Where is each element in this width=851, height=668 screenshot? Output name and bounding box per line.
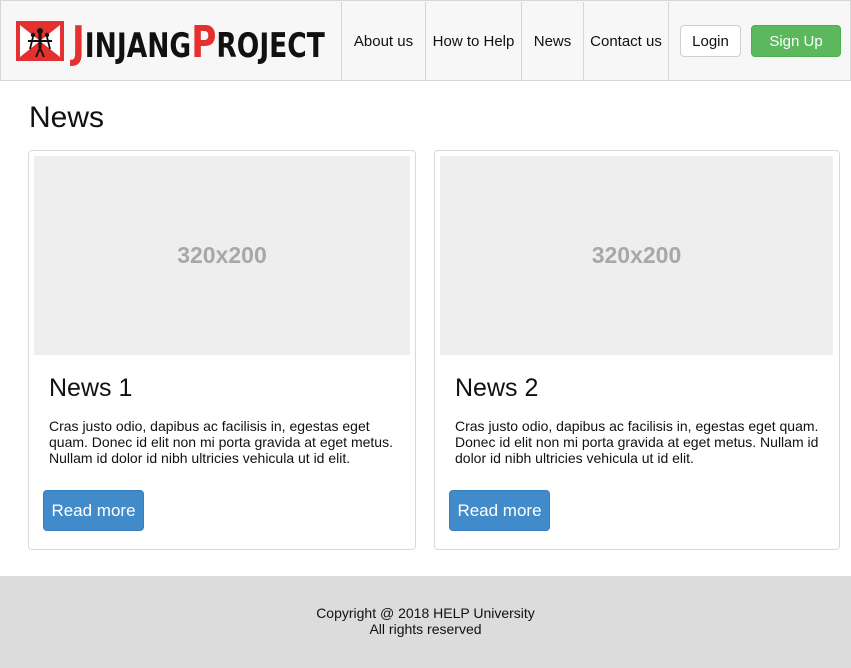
sign-up-button[interactable]: Sign Up [751,25,841,57]
read-more-button[interactable]: Read more [43,490,144,531]
site-header: JINJANGPROJECT About us How to Help News… [0,0,851,81]
news-image-placeholder: 320x200 [34,156,410,355]
news-card-text: Cras justo odio, dapibus ac facilisis in… [49,418,393,466]
site-footer: Copyright @ 2018 HELP University All rig… [0,576,851,668]
news-card: 320x200 News 2 Cras justo odio, dapibus … [434,150,840,550]
news-image-placeholder: 320x200 [440,156,833,355]
brand-wordmark: JINJANGPROJECT [72,17,325,68]
news-card-text: Cras justo odio, dapibus ac facilisis in… [455,418,819,466]
jinjang-logo-icon [16,19,64,63]
news-card-title: News 2 [455,374,539,402]
read-more-button[interactable]: Read more [449,490,550,531]
page-title: News [29,101,105,134]
news-card: 320x200 News 1 Cras justo odio, dapibus … [28,150,416,550]
footer-copyright: Copyright @ 2018 HELP University [316,605,535,621]
login-button[interactable]: Login [680,25,741,57]
nav-about-us[interactable]: About us [341,2,425,80]
footer-rights: All rights reserved [369,621,482,637]
nav-how-to-help[interactable]: How to Help [425,2,521,80]
news-card-title: News 1 [49,374,133,402]
nav-contact-us[interactable]: Contact us [583,2,669,80]
nav-news[interactable]: News [521,2,583,80]
brand-home-link[interactable]: JINJANGPROJECT [2,2,341,80]
